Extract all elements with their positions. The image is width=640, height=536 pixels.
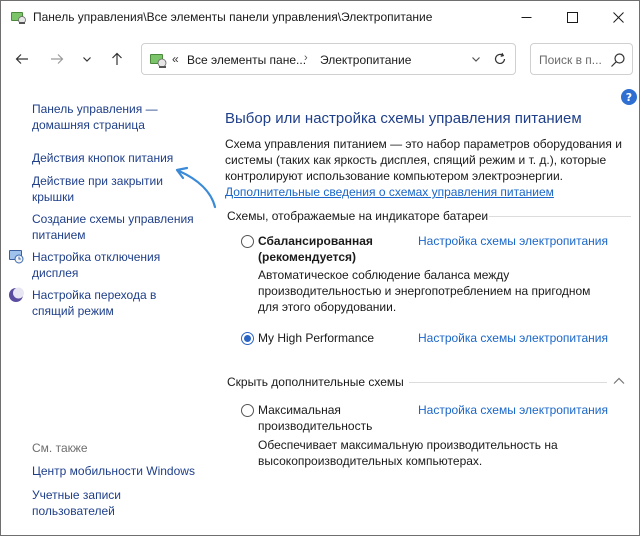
link-line: Панель управления —: [32, 102, 158, 116]
balanced-plan-settings-link[interactable]: Настройка схемы электропитания: [418, 234, 608, 248]
link-line: Настройка перехода в: [32, 288, 157, 302]
link-line: Учетные записи: [32, 488, 121, 502]
chevron-down-icon: [472, 57, 480, 62]
link-line: дисплея: [32, 266, 79, 280]
forward-button[interactable]: [45, 48, 69, 70]
plan-description-line: Автоматическое соблюдение баланса между: [258, 268, 510, 282]
description-line: контролируют использование компьютером э…: [225, 169, 563, 183]
link-line: пользователей: [32, 504, 115, 518]
battery-plans-heading: Схемы, отображаемые на индикаторе батаре…: [227, 209, 489, 223]
description-line: системы (таких как яркость дисплея, спящ…: [225, 153, 607, 167]
chevron-up-icon[interactable]: [612, 375, 626, 387]
title-bar: Панель управления\Все элементы панели уп…: [1, 1, 639, 34]
link-line: питанием: [32, 228, 86, 242]
ultimate-performance-plan-settings-link[interactable]: Настройка схемы электропитания: [418, 403, 608, 417]
link-line: Действия кнопок питания: [32, 151, 174, 165]
link-line: крышки: [32, 190, 75, 204]
link-line: Действие при закрытии: [32, 174, 163, 188]
minimize-icon: [521, 16, 531, 18]
balanced-plan-radio[interactable]: [241, 235, 254, 248]
ultimate-performance-plan-name: Максимальная производительность: [258, 402, 372, 434]
section-divider: [489, 216, 631, 217]
plan-name-line: Максимальная: [258, 403, 341, 417]
recent-locations-button[interactable]: [75, 48, 99, 70]
control-panel-icon: [11, 12, 26, 24]
see-also-heading: См. также: [32, 441, 88, 455]
control-panel-icon: [150, 54, 167, 68]
control-panel-home-link[interactable]: Панель управления — домашняя страница: [32, 101, 158, 133]
section-divider: [409, 382, 607, 383]
search-icon: [611, 53, 625, 67]
back-button[interactable]: [10, 48, 34, 70]
breadcrumb-power-options[interactable]: Электропитание: [320, 53, 411, 67]
arrow-left-icon: [15, 54, 28, 64]
link-line: спящий режим: [32, 304, 114, 318]
search-placeholder: Поиск в п...: [539, 53, 602, 67]
description-line: Схема управления питанием — это набор па…: [225, 137, 622, 151]
window-title: Панель управления\Все элементы панели уп…: [33, 10, 433, 24]
arrow-right-icon: [51, 54, 64, 64]
high-performance-plan-settings-link[interactable]: Настройка схемы электропитания: [418, 331, 608, 345]
balanced-plan-description: Автоматическое соблюдение баланса между …: [258, 267, 598, 315]
maximize-button[interactable]: [549, 1, 595, 33]
plan-description-line: производительностью и энергопотреблением…: [258, 284, 591, 298]
close-button[interactable]: [595, 1, 639, 33]
navigation-bar: « Все элементы пане... › Электропитание …: [1, 34, 639, 84]
ultimate-performance-plan-radio[interactable]: [241, 404, 254, 417]
help-icon[interactable]: ?: [621, 89, 637, 105]
refresh-icon: [494, 52, 506, 65]
breadcrumb-overflow[interactable]: «: [172, 52, 179, 66]
plan-description-line: Обеспечивает максимальную производительн…: [258, 438, 558, 452]
breadcrumb-separator[interactable]: ›: [304, 52, 308, 64]
address-dropdown-button[interactable]: [468, 51, 484, 67]
display-off-icon: [9, 250, 24, 264]
link-line: Создание схемы управления: [32, 212, 194, 226]
plan-name-line: Сбалансированная: [258, 234, 373, 248]
link-line: Центр мобильности Windows: [32, 464, 195, 478]
lid-close-link[interactable]: Действие при закрытии крышки: [32, 173, 163, 205]
arrow-up-icon: [112, 52, 122, 65]
sleep-moon-icon: [9, 287, 24, 302]
balanced-plan-name: Сбалансированная (рекомендуется): [258, 233, 373, 265]
plan-description-line: для этого оборудовании.: [258, 300, 397, 314]
link-line: Настройка отключения: [32, 250, 161, 264]
search-input[interactable]: Поиск в п...: [530, 43, 633, 75]
maximize-icon: [566, 11, 578, 23]
user-accounts-link[interactable]: Учетные записи пользователей: [32, 487, 121, 519]
high-performance-plan-name: My High Performance: [258, 331, 375, 345]
plan-description-line: высокопроизводительных компьютерах.: [258, 454, 483, 468]
plan-name-line: производительность: [258, 419, 373, 433]
page-description: Схема управления питанием — это набор па…: [225, 136, 630, 200]
breadcrumb-all-items[interactable]: Все элементы пане...: [187, 53, 306, 67]
page-title: Выбор или настройка схемы управления пит…: [225, 110, 582, 127]
chevron-down-icon: [83, 57, 91, 62]
annotation-arrow: [175, 166, 217, 209]
up-button[interactable]: [105, 48, 129, 70]
link-line: домашняя страница: [32, 118, 145, 132]
minimize-button[interactable]: [503, 1, 549, 33]
display-off-link[interactable]: Настройка отключения дисплея: [32, 249, 160, 281]
power-buttons-link[interactable]: Действия кнопок питания: [32, 150, 173, 166]
ultimate-performance-plan-description: Обеспечивает максимальную производительн…: [258, 437, 598, 469]
close-icon: [612, 11, 624, 23]
plan-name-line: (рекомендуется): [258, 250, 357, 264]
high-performance-plan-radio[interactable]: [241, 332, 254, 345]
hide-additional-plans-toggle[interactable]: Скрыть дополнительные схемы: [227, 375, 404, 389]
power-options-window: Панель управления\Все элементы панели уп…: [0, 0, 640, 536]
power-plans-info-link[interactable]: Дополнительные сведения о схемах управле…: [225, 185, 554, 199]
address-bar[interactable]: « Все элементы пане... › Электропитание: [141, 43, 516, 75]
create-plan-link[interactable]: Создание схемы управления питанием: [32, 211, 194, 243]
mobility-center-link[interactable]: Центр мобильности Windows: [32, 463, 195, 479]
sleep-settings-link[interactable]: Настройка перехода в спящий режим: [32, 287, 156, 319]
refresh-button[interactable]: [492, 51, 508, 67]
